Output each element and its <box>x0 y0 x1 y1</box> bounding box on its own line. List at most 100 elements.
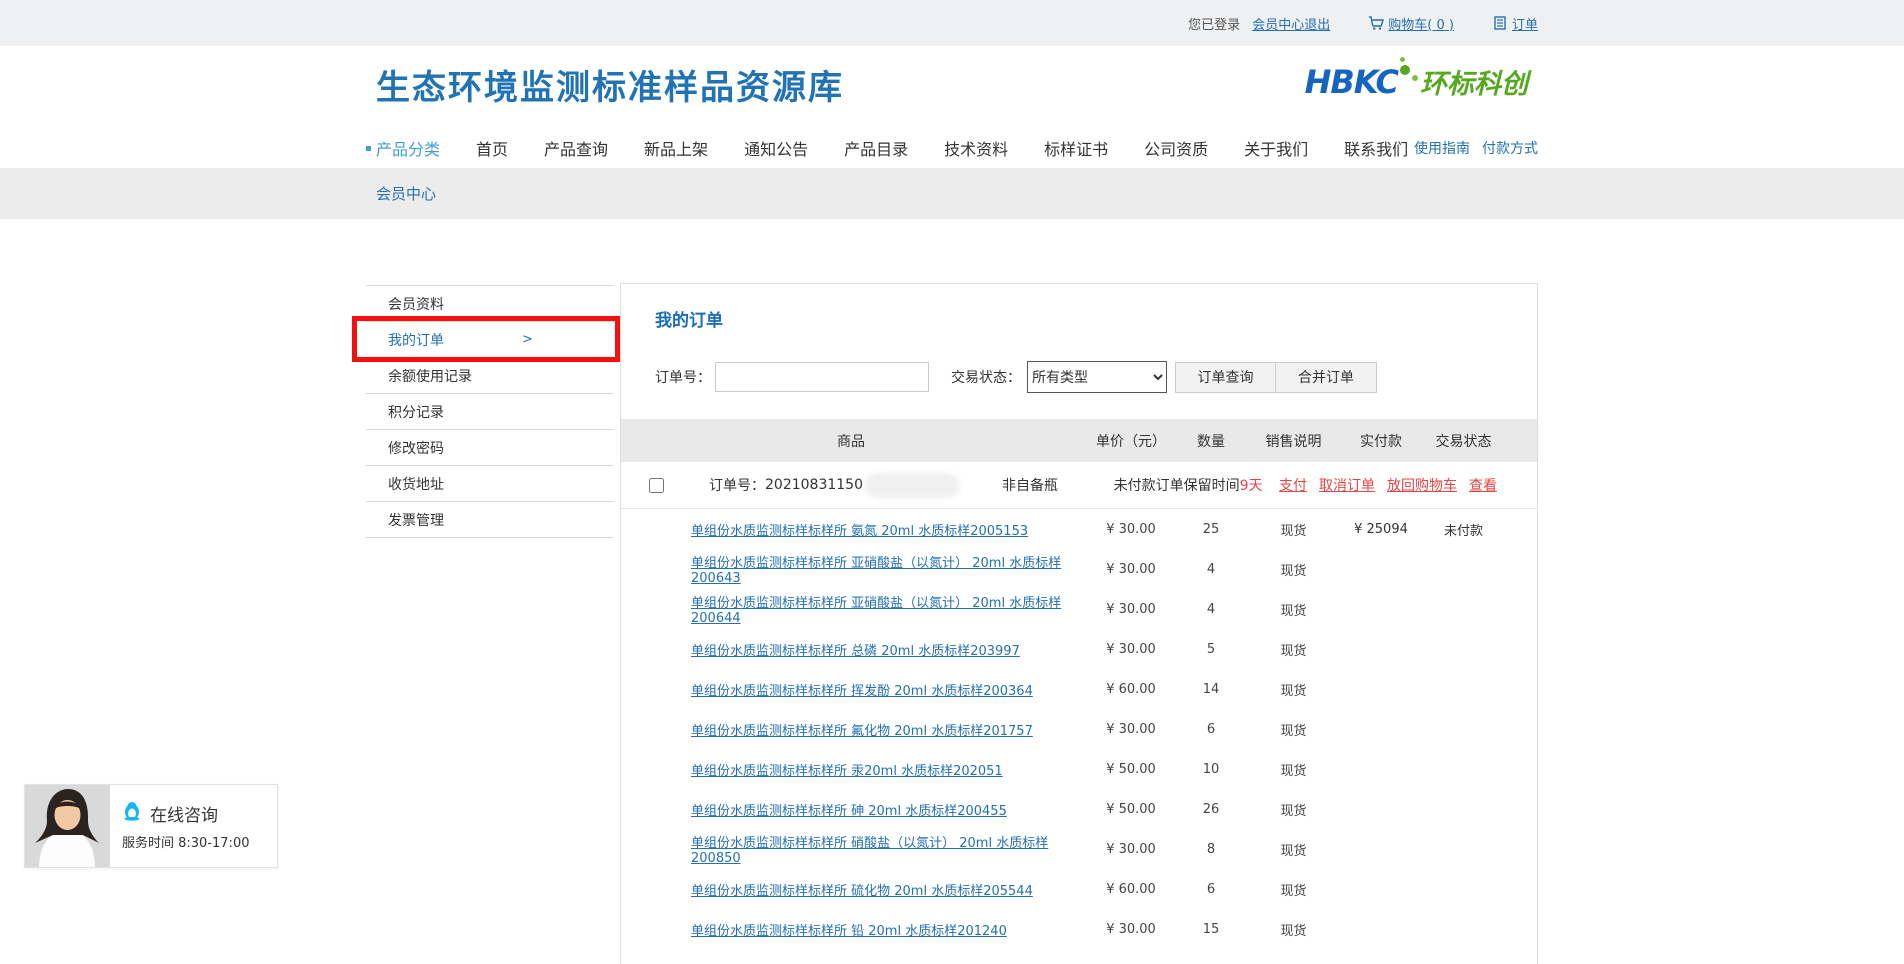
sidebar-item-6[interactable]: 发票管理 <box>366 502 614 538</box>
nav-item-8[interactable]: 关于我们 <box>1244 136 1308 160</box>
orders-link[interactable]: 订单 <box>1512 14 1538 33</box>
chevron-right-icon: > <box>522 332 533 347</box>
product-link[interactable]: 单组份水质监测标样标样所 氟化物 20ml 水质标样201757 <box>691 724 1033 739</box>
sales-cell: 现货 <box>1241 600 1346 619</box>
qty-cell: 26 <box>1181 802 1241 817</box>
sales-cell: 现货 <box>1241 640 1346 659</box>
product-link[interactable]: 单组份水质监测标样标样所 砷 20ml 水质标样200455 <box>691 804 1007 819</box>
product-link[interactable]: 单组份水质监测标样标样所 挥发酚 20ml 水质标样200364 <box>691 684 1033 699</box>
product-link[interactable]: 单组份水质监测标样标样所 硝酸盐（以氮计） 20ml 水质标样200850 <box>691 836 1048 866</box>
nav-product-categories[interactable]: 产品分类 <box>366 136 440 160</box>
order-no-input[interactable] <box>715 362 929 392</box>
qty-cell: 4 <box>1181 562 1241 577</box>
table-row: 单组份水质监测标样标样所 砷 20ml 水质标样200455¥ 50.0026现… <box>621 789 1537 829</box>
sales-cell: 现货 <box>1241 720 1346 739</box>
retention-text: 未付款订单保留时间 <box>1114 478 1240 494</box>
qty-cell: 14 <box>1181 682 1241 697</box>
order-actions: 未付款订单保留时间9天 支付取消订单放回购物车查看 <box>1114 475 1537 495</box>
order-action-2[interactable]: 放回购物车 <box>1387 478 1457 494</box>
orders-table-header: 商品 单价（元） 数量 销售说明 实付款 交易状态 <box>621 419 1537 462</box>
nav-item-5[interactable]: 技术资料 <box>944 136 1008 160</box>
table-row: 单组份水质监测标样标样所 亚硝酸盐（以氮计） 20ml 水质标样200644 ¥ … <box>621 589 1537 629</box>
nav-item-2[interactable]: 新品上架 <box>644 136 708 160</box>
col-sales: 销售说明 <box>1241 431 1346 451</box>
header: 生态环境监测标准样品资源库 HBKC 环标科创 产品分类 首页产品查询新品上架通… <box>0 46 1904 168</box>
nav-item-3[interactable]: 通知公告 <box>744 136 808 160</box>
order-action-1[interactable]: 取消订单 <box>1319 478 1375 494</box>
table-row: 单组份水质监测标样标样所 硝酸盐（以氮计） 20ml 水质标样200850 ¥ 3… <box>621 829 1537 869</box>
qty-cell: 10 <box>1181 762 1241 777</box>
product-link[interactable]: 单组份水质监测标样标样所 硫化物 20ml 水质标样205544 <box>691 884 1033 899</box>
orders-panel: 我的订单 订单号： 交易状态： 所有类型 订单查询 合并订单 商品 单价（元） … <box>620 283 1538 964</box>
agent-avatar <box>25 785 110 867</box>
nav-payment-link[interactable]: 付款方式 <box>1482 138 1538 158</box>
main-nav: 产品分类 首页 产品查询 新品上架 通知公告 产品目录 技术资料 标样证书 公司资质 关于我们 联… <box>366 136 1538 160</box>
order-select-checkbox[interactable] <box>649 478 664 493</box>
product-link[interactable]: 单组份水质监测标样标样所 亚硝酸盐（以氮计） 20ml 水质标样200643 <box>691 556 1061 586</box>
price-cell: ¥ 30.00 <box>1081 602 1181 617</box>
bullet-icon <box>366 146 371 151</box>
sidebar-item-label: 余额使用记录 <box>388 366 472 386</box>
cart-link[interactable]: 购物车( 0 ) <box>1388 14 1454 33</box>
table-row: 单组份水质监测标样标样所 氨氮 20ml 水质标样2005153 ¥ 30.002… <box>621 509 1537 549</box>
sidebar-item-label: 修改密码 <box>388 438 444 458</box>
merge-orders-button[interactable]: 合并订单 <box>1276 362 1377 393</box>
nav-item-6[interactable]: 标样证书 <box>1044 136 1108 160</box>
order-search-button[interactable]: 订单查询 <box>1175 362 1276 393</box>
nav-item-7[interactable]: 公司资质 <box>1144 136 1208 160</box>
nav-item-4[interactable]: 产品目录 <box>844 136 908 160</box>
col-qty: 数量 <box>1181 431 1241 451</box>
order-action-3[interactable]: 查看 <box>1469 478 1497 494</box>
status-select[interactable]: 所有类型 <box>1027 361 1167 393</box>
price-cell: ¥ 30.00 <box>1081 522 1181 537</box>
sales-cell: 现货 <box>1241 680 1346 699</box>
nav-item-1[interactable]: 产品查询 <box>544 136 608 160</box>
nav-user-guide-link[interactable]: 使用指南 <box>1414 138 1470 158</box>
product-link[interactable]: 单组份水质监测标样标样所 汞20ml 水质标样202051 <box>691 764 1003 779</box>
table-row: 单组份水质监测标样标样所 铅 20ml 水质标样201240¥ 30.0015现… <box>621 909 1537 949</box>
paid-cell: ¥ 25094 <box>1346 522 1416 537</box>
sidebar-item-0[interactable]: 会员资料 <box>366 286 614 322</box>
order-no-label: 订单号： <box>709 475 765 495</box>
sidebar-item-1[interactable]: 我的订单> <box>366 322 614 358</box>
order-group-row: 订单号：20210831150 非自备瓶 未付款订单保留时间9天 支付取消订单放… <box>621 462 1537 509</box>
qq-penguin-icon <box>122 801 142 826</box>
price-cell: ¥ 30.00 <box>1081 562 1181 577</box>
nav-item-9[interactable]: 联系我们 <box>1344 136 1408 160</box>
table-row: 单组份水质监测标样标样所 亚硝酸盐（以氮计） 20ml 水质标样200643 ¥ … <box>621 549 1537 589</box>
sidebar-item-5[interactable]: 收货地址 <box>366 466 614 502</box>
member-center-logout-link[interactable]: 会员中心退出 <box>1252 14 1330 33</box>
status-cell: 未付款 <box>1416 520 1511 539</box>
topbar: 您已登录 会员中心退出 购物车( 0 ) 订单 <box>0 0 1904 46</box>
sales-cell: 现货 <box>1241 800 1346 819</box>
price-cell: ¥ 30.00 <box>1081 922 1181 937</box>
sales-cell: 现货 <box>1241 560 1346 579</box>
sales-cell: 现货 <box>1241 880 1346 899</box>
order-rows: 单组份水质监测标样标样所 氨氮 20ml 水质标样2005153¥ 30.002… <box>621 509 1537 949</box>
qty-cell: 15 <box>1181 922 1241 937</box>
product-link[interactable]: 单组份水质监测标样标样所 亚硝酸盐（以氮计） 20ml 水质标样200644 <box>691 596 1061 626</box>
online-chat-widget[interactable]: 在线咨询 服务时间 8:30-17:00 <box>24 784 278 868</box>
col-price: 单价（元） <box>1081 431 1181 451</box>
logged-in-text: 您已登录 <box>1188 14 1240 33</box>
sidebar-item-label: 收货地址 <box>388 474 444 494</box>
sidebar-item-4[interactable]: 修改密码 <box>366 430 614 466</box>
qty-cell: 25 <box>1181 522 1241 537</box>
order-action-0[interactable]: 支付 <box>1279 478 1307 494</box>
table-row: 单组份水质监测标样标样所 硫化物 20ml 水质标样205544¥ 60.006… <box>621 869 1537 909</box>
product-link[interactable]: 单组份水质监测标样标样所 氨氮 20ml 水质标样2005153 <box>691 524 1028 539</box>
nav-item-0[interactable]: 首页 <box>476 136 508 160</box>
breadcrumb[interactable]: 会员中心 <box>366 183 436 204</box>
product-link[interactable]: 单组份水质监测标样标样所 总磷 20ml 水质标样203997 <box>691 644 1020 659</box>
price-cell: ¥ 30.00 <box>1081 642 1181 657</box>
sales-cell: 现货 <box>1241 760 1346 779</box>
sales-cell: 现货 <box>1241 840 1346 859</box>
col-product: 商品 <box>621 431 1081 451</box>
price-cell: ¥ 60.00 <box>1081 682 1181 697</box>
sidebar-item-3[interactable]: 积分记录 <box>366 394 614 430</box>
brand-latin-text: HBKC <box>1305 63 1398 101</box>
table-row: 单组份水质监测标样标样所 氟化物 20ml 水质标样201757¥ 30.006… <box>621 709 1537 749</box>
sidebar-item-2[interactable]: 余额使用记录 <box>366 358 614 394</box>
price-cell: ¥ 30.00 <box>1081 842 1181 857</box>
product-link[interactable]: 单组份水质监测标样标样所 铅 20ml 水质标样201240 <box>691 924 1007 939</box>
